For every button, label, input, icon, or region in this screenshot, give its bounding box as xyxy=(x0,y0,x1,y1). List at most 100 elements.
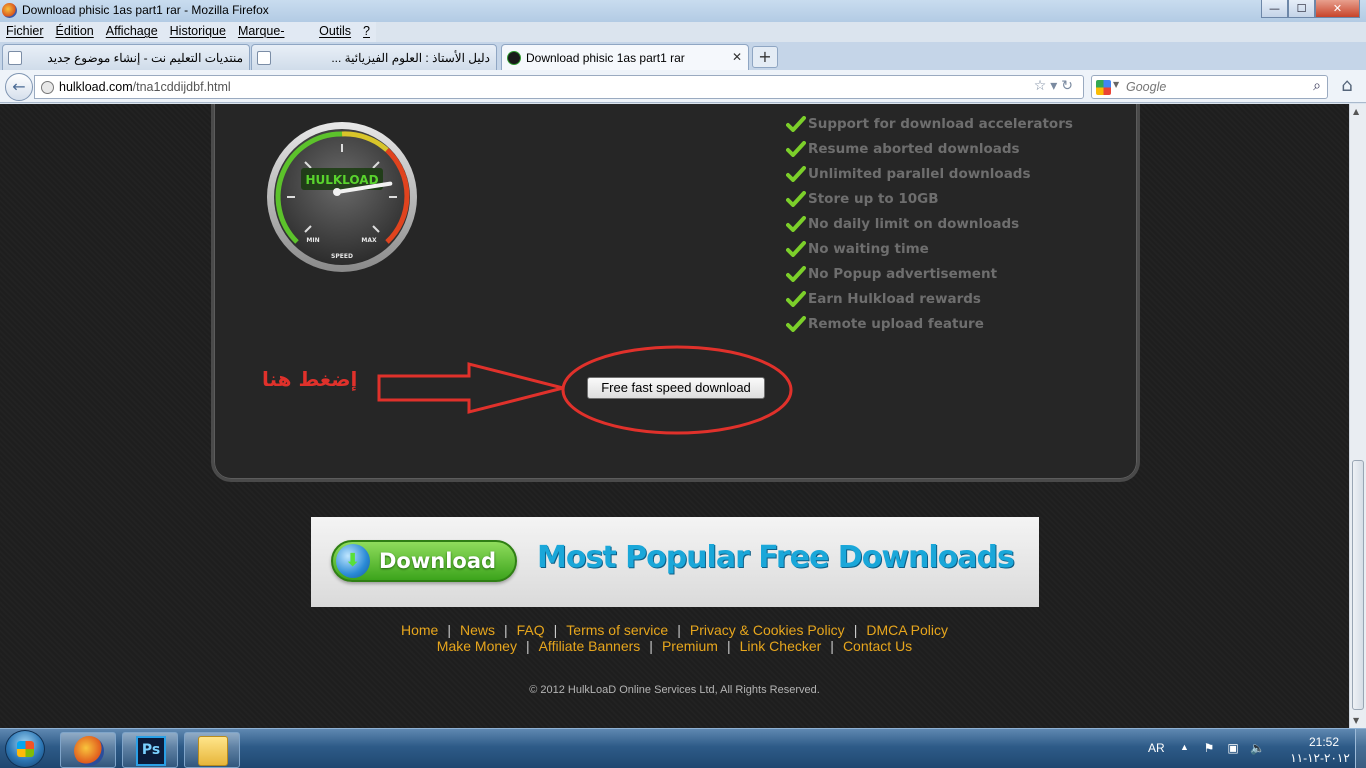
feature-item: Earn Hulkload rewards xyxy=(786,286,1073,311)
footer-separator: | xyxy=(726,638,731,654)
window-controls: — ☐ ✕ xyxy=(1261,0,1360,18)
tab-forum[interactable]: منتديات التعليم نت - إنشاء موضوع جديد xyxy=(2,44,250,70)
footer-links-row1: Home | News | FAQ | Terms of service | Privacy &… xyxy=(0,622,1349,638)
show-hidden-icons-icon[interactable]: ▲ xyxy=(1180,742,1189,752)
start-button[interactable] xyxy=(5,730,45,768)
navigation-bar: ← hulkload.com/tna1cddijdbf.html ☆▾↻ ▼ G… xyxy=(0,70,1366,103)
checkmark-icon xyxy=(786,115,806,132)
gauge-speed-label: SPEED xyxy=(331,253,353,260)
checkmark-icon xyxy=(786,290,806,307)
tab-physics-guide[interactable]: دليل الأستاذ : العلوم الفيزيائية ... xyxy=(251,44,497,70)
checkmark-icon xyxy=(786,140,806,157)
chevron-down-icon[interactable]: ▼ xyxy=(1113,80,1119,89)
footer-link-dmca-policy[interactable]: DMCA Policy xyxy=(866,622,948,638)
menu-historique[interactable]: Historique xyxy=(164,22,232,42)
gauge-max-label: MAX xyxy=(361,237,377,244)
arrow-down-icon: ⬇ xyxy=(345,550,361,571)
search-input[interactable]: Google xyxy=(1126,80,1166,94)
footer-separator: | xyxy=(447,622,451,638)
clock-date[interactable]: ٢٠١٢-١٢-١١ xyxy=(1280,751,1360,765)
network-icon[interactable]: ▣ xyxy=(1226,741,1240,755)
close-window-button[interactable]: ✕ xyxy=(1315,0,1360,18)
clock-time[interactable]: 21:52 xyxy=(1290,735,1358,749)
click-here-annotation: إضغط هنا xyxy=(262,367,358,391)
checkmark-icon xyxy=(786,165,806,182)
search-icon[interactable]: ⌕ xyxy=(1313,78,1321,94)
vertical-scrollbar[interactable]: ▲ ▼ xyxy=(1349,104,1366,728)
url-text[interactable]: hulkload.com/tna1cddijdbf.html xyxy=(59,80,231,94)
feature-item: No daily limit on downloads xyxy=(786,211,1073,236)
free-fast-download-button[interactable]: Free fast speed download xyxy=(587,377,765,399)
feature-label: Earn Hulkload rewards xyxy=(808,290,981,307)
show-desktop-button[interactable] xyxy=(1355,729,1366,768)
window-title: Download phisic 1as part1 rar - Mozilla … xyxy=(22,3,269,17)
scrollbar-thumb[interactable] xyxy=(1352,460,1364,710)
google-icon[interactable] xyxy=(1096,80,1111,95)
feature-label: No waiting time xyxy=(808,240,929,257)
footer-link-contact-us[interactable]: Contact Us xyxy=(843,638,912,654)
footer-link-faq[interactable]: FAQ xyxy=(517,622,545,638)
window-titlebar: Download phisic 1as part1 rar - Mozilla … xyxy=(0,0,1366,22)
back-button[interactable]: ← xyxy=(5,73,33,101)
footer-link-news[interactable]: News xyxy=(460,622,495,638)
footer-link-affiliate-banners[interactable]: Affiliate Banners xyxy=(539,638,641,654)
tab-forum-label: منتديات التعليم نت - إنشاء موضوع جديد xyxy=(47,51,243,65)
annotation-arrow-icon xyxy=(377,362,564,414)
home-icon[interactable]: ⌂ xyxy=(1336,76,1358,98)
url-domain: hulkload.com xyxy=(59,80,133,94)
page-icon xyxy=(257,51,271,65)
feature-label: No daily limit on downloads xyxy=(808,215,1020,232)
menu-outils[interactable]: Outils xyxy=(313,22,357,42)
url-bar[interactable]: hulkload.com/tna1cddijdbf.html ☆▾↻ xyxy=(34,75,1084,99)
search-bar[interactable]: ▼ Google ⌕ xyxy=(1091,75,1328,99)
copyright-text: © 2012 HulkLoaD Online Services Ltd, All… xyxy=(529,684,820,696)
footer-separator: | xyxy=(525,638,530,654)
gauge-min-label: MIN xyxy=(306,237,319,244)
scroll-up-icon[interactable]: ▲ xyxy=(1353,107,1359,116)
footer-link-home[interactable]: Home xyxy=(401,622,438,638)
features-list: Support for download accelerators Resume … xyxy=(786,111,1073,336)
page-viewport: HULKLOAD MIN MAX SPEED Support for downl… xyxy=(0,104,1349,728)
taskbar: Ps AR ▲ ⚑ ▣ 🔈 21:52 ٢٠١٢-١٢-١١ xyxy=(0,728,1366,768)
feature-item: Unlimited parallel downloads xyxy=(786,161,1073,186)
tab-download-label: Download phisic 1as part1 rar xyxy=(526,51,685,65)
banner-download-label: Download xyxy=(379,549,497,573)
footer-separator: | xyxy=(649,638,653,654)
footer-separator: | xyxy=(677,622,681,638)
globe-icon xyxy=(41,81,54,94)
feature-item: Remote upload feature xyxy=(786,311,1073,336)
close-tab-icon[interactable]: ✕ xyxy=(732,50,742,64)
footer-link-privacy-cookies-policy[interactable]: Privacy & Cookies Policy xyxy=(690,622,845,638)
maximize-button[interactable]: ☐ xyxy=(1288,0,1315,18)
tab-download-active[interactable]: Download phisic 1as part1 rar ✕ xyxy=(501,44,749,71)
taskbar-explorer[interactable] xyxy=(184,732,240,768)
footer-link-make-money[interactable]: Make Money xyxy=(437,638,517,654)
minimize-button[interactable]: — xyxy=(1261,0,1288,18)
menu-fichier[interactable]: Fichier xyxy=(0,22,50,42)
new-tab-button[interactable]: + xyxy=(752,46,778,68)
volume-icon[interactable]: 🔈 xyxy=(1250,741,1265,755)
firefox-icon xyxy=(2,3,17,18)
menu-edition[interactable]: Édition xyxy=(50,22,100,42)
bookmark-star-reload-icon[interactable]: ☆▾↻ xyxy=(1034,78,1077,94)
ad-banner[interactable]: ⬇ Download Most Popular Free Downloads xyxy=(311,517,1039,607)
menu-help[interactable]: ? xyxy=(357,22,376,42)
gauge-logo-text: HULKLOAD xyxy=(305,173,378,187)
footer-link-link-checker[interactable]: Link Checker xyxy=(740,638,822,654)
taskbar-firefox[interactable] xyxy=(60,732,116,768)
taskbar-photoshop[interactable]: Ps xyxy=(122,732,178,768)
action-center-flag-icon[interactable]: ⚑ xyxy=(1202,741,1216,755)
download-panel: HULKLOAD MIN MAX SPEED Support for downl… xyxy=(211,104,1140,482)
menu-marque-pages[interactable]: Marque-pages xyxy=(232,22,313,52)
banner-headline: Most Popular Free Downloads xyxy=(537,540,1015,575)
footer-link-terms-of-service[interactable]: Terms of service xyxy=(566,622,668,638)
scroll-down-icon[interactable]: ▼ xyxy=(1353,716,1359,725)
checkmark-icon xyxy=(786,315,806,332)
menu-affichage[interactable]: Affichage xyxy=(100,22,164,42)
feature-item: No Popup advertisement xyxy=(786,261,1073,286)
language-indicator[interactable]: AR xyxy=(1148,741,1165,755)
footer-links-row2: Make Money | Affiliate Banners | Premium | Lin… xyxy=(0,638,1349,654)
feature-label: Store up to 10GB xyxy=(808,190,939,207)
footer-link-premium[interactable]: Premium xyxy=(662,638,718,654)
banner-download-button[interactable]: ⬇ Download xyxy=(331,540,517,582)
